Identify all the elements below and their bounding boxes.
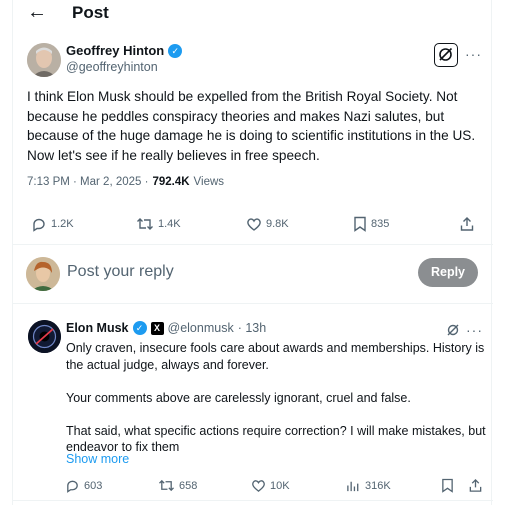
grok-icon[interactable]: [445, 322, 461, 338]
x-affiliation-icon[interactable]: X: [150, 321, 164, 335]
like-count: 9.8K: [266, 218, 289, 230]
repost-count: 658: [179, 479, 198, 492]
author-handle[interactable]: @geoffreyhinton: [66, 60, 158, 74]
reply-icon: [67, 480, 78, 493]
reply-author-row: Elon Musk ✓ X @elonmusk · 13h: [66, 321, 266, 335]
reply-author-name[interactable]: Elon Musk: [66, 321, 129, 335]
repost-count: 1.4K: [158, 218, 181, 230]
header-bar: ← Post: [13, 0, 493, 30]
reply-icon: [33, 218, 45, 232]
post-detail-column: ← Post Geoffrey Hinton ✓ @geoffreyhinton…: [12, 0, 493, 505]
repost-icon: [137, 218, 153, 230]
like-action[interactable]: 10K: [251, 478, 290, 493]
repost-action[interactable]: 658: [158, 478, 197, 493]
reply-count: 603: [84, 479, 103, 492]
views-label: Views: [193, 176, 225, 188]
bookmark-action[interactable]: 835: [353, 216, 389, 232]
reply-button[interactable]: Reply: [418, 258, 478, 287]
show-more-link[interactable]: Show more: [66, 452, 129, 466]
author-name[interactable]: Geoffrey Hinton: [66, 43, 164, 58]
reply-paragraph: Only craven, insecure fools care about a…: [66, 341, 485, 372]
back-arrow-icon[interactable]: ←: [27, 2, 47, 22]
views-icon: [347, 481, 359, 492]
views-count: 792.4K: [152, 176, 190, 188]
share-action[interactable]: [459, 216, 475, 232]
views-action[interactable]: 316K: [346, 478, 391, 493]
avatar[interactable]: [28, 320, 61, 353]
bookmark-action[interactable]: [441, 478, 454, 493]
like-count: 10K: [270, 479, 290, 492]
avatar[interactable]: [26, 257, 60, 291]
post-text: I think Elon Musk should be expelled fro…: [27, 89, 476, 163]
post-meta: 7:13 PM · Mar 2, 2025 · 792.4K Views: [27, 176, 224, 188]
share-action[interactable]: [468, 478, 483, 493]
reply-composer: Post your reply Reply: [13, 244, 493, 304]
heart-icon: [247, 218, 261, 231]
views-count: 316K: [365, 479, 391, 492]
bookmark-count: 835: [371, 218, 390, 230]
verified-badge-icon: ✓: [168, 43, 183, 58]
reply-paragraph: Your comments above are carelessly ignor…: [66, 390, 411, 405]
bookmark-icon: [354, 216, 366, 232]
grok-icon[interactable]: [434, 43, 458, 67]
author-name-row: Geoffrey Hinton ✓: [66, 43, 183, 58]
repost-action[interactable]: 1.4K: [136, 216, 181, 232]
more-options-icon[interactable]: ···: [466, 322, 483, 338]
share-icon: [460, 217, 474, 231]
more-options-icon[interactable]: ···: [465, 46, 482, 62]
repost-icon: [159, 479, 174, 492]
bookmark-icon: [442, 478, 453, 493]
reply-paragraph: That said, what specific actions require…: [66, 423, 486, 455]
heart-icon: [252, 480, 265, 492]
like-action[interactable]: 9.8K: [246, 216, 289, 232]
verified-badge-icon: ✓: [132, 321, 147, 335]
share-icon: [469, 478, 482, 492]
post-timestamp[interactable]: 7:13 PM · Mar 2, 2025 ·: [27, 176, 148, 188]
reply-input[interactable]: Post your reply: [67, 263, 174, 281]
reply-timestamp[interactable]: · 13h: [238, 321, 267, 335]
divider: [13, 500, 493, 501]
avatar[interactable]: [27, 43, 61, 77]
reply-author-handle[interactable]: @elonmusk: [168, 321, 234, 335]
reply-action[interactable]: 1.2K: [31, 216, 74, 232]
page-title: Post: [72, 3, 109, 22]
reply-count: 1.2K: [51, 218, 74, 230]
reply-action[interactable]: 603: [65, 478, 102, 493]
